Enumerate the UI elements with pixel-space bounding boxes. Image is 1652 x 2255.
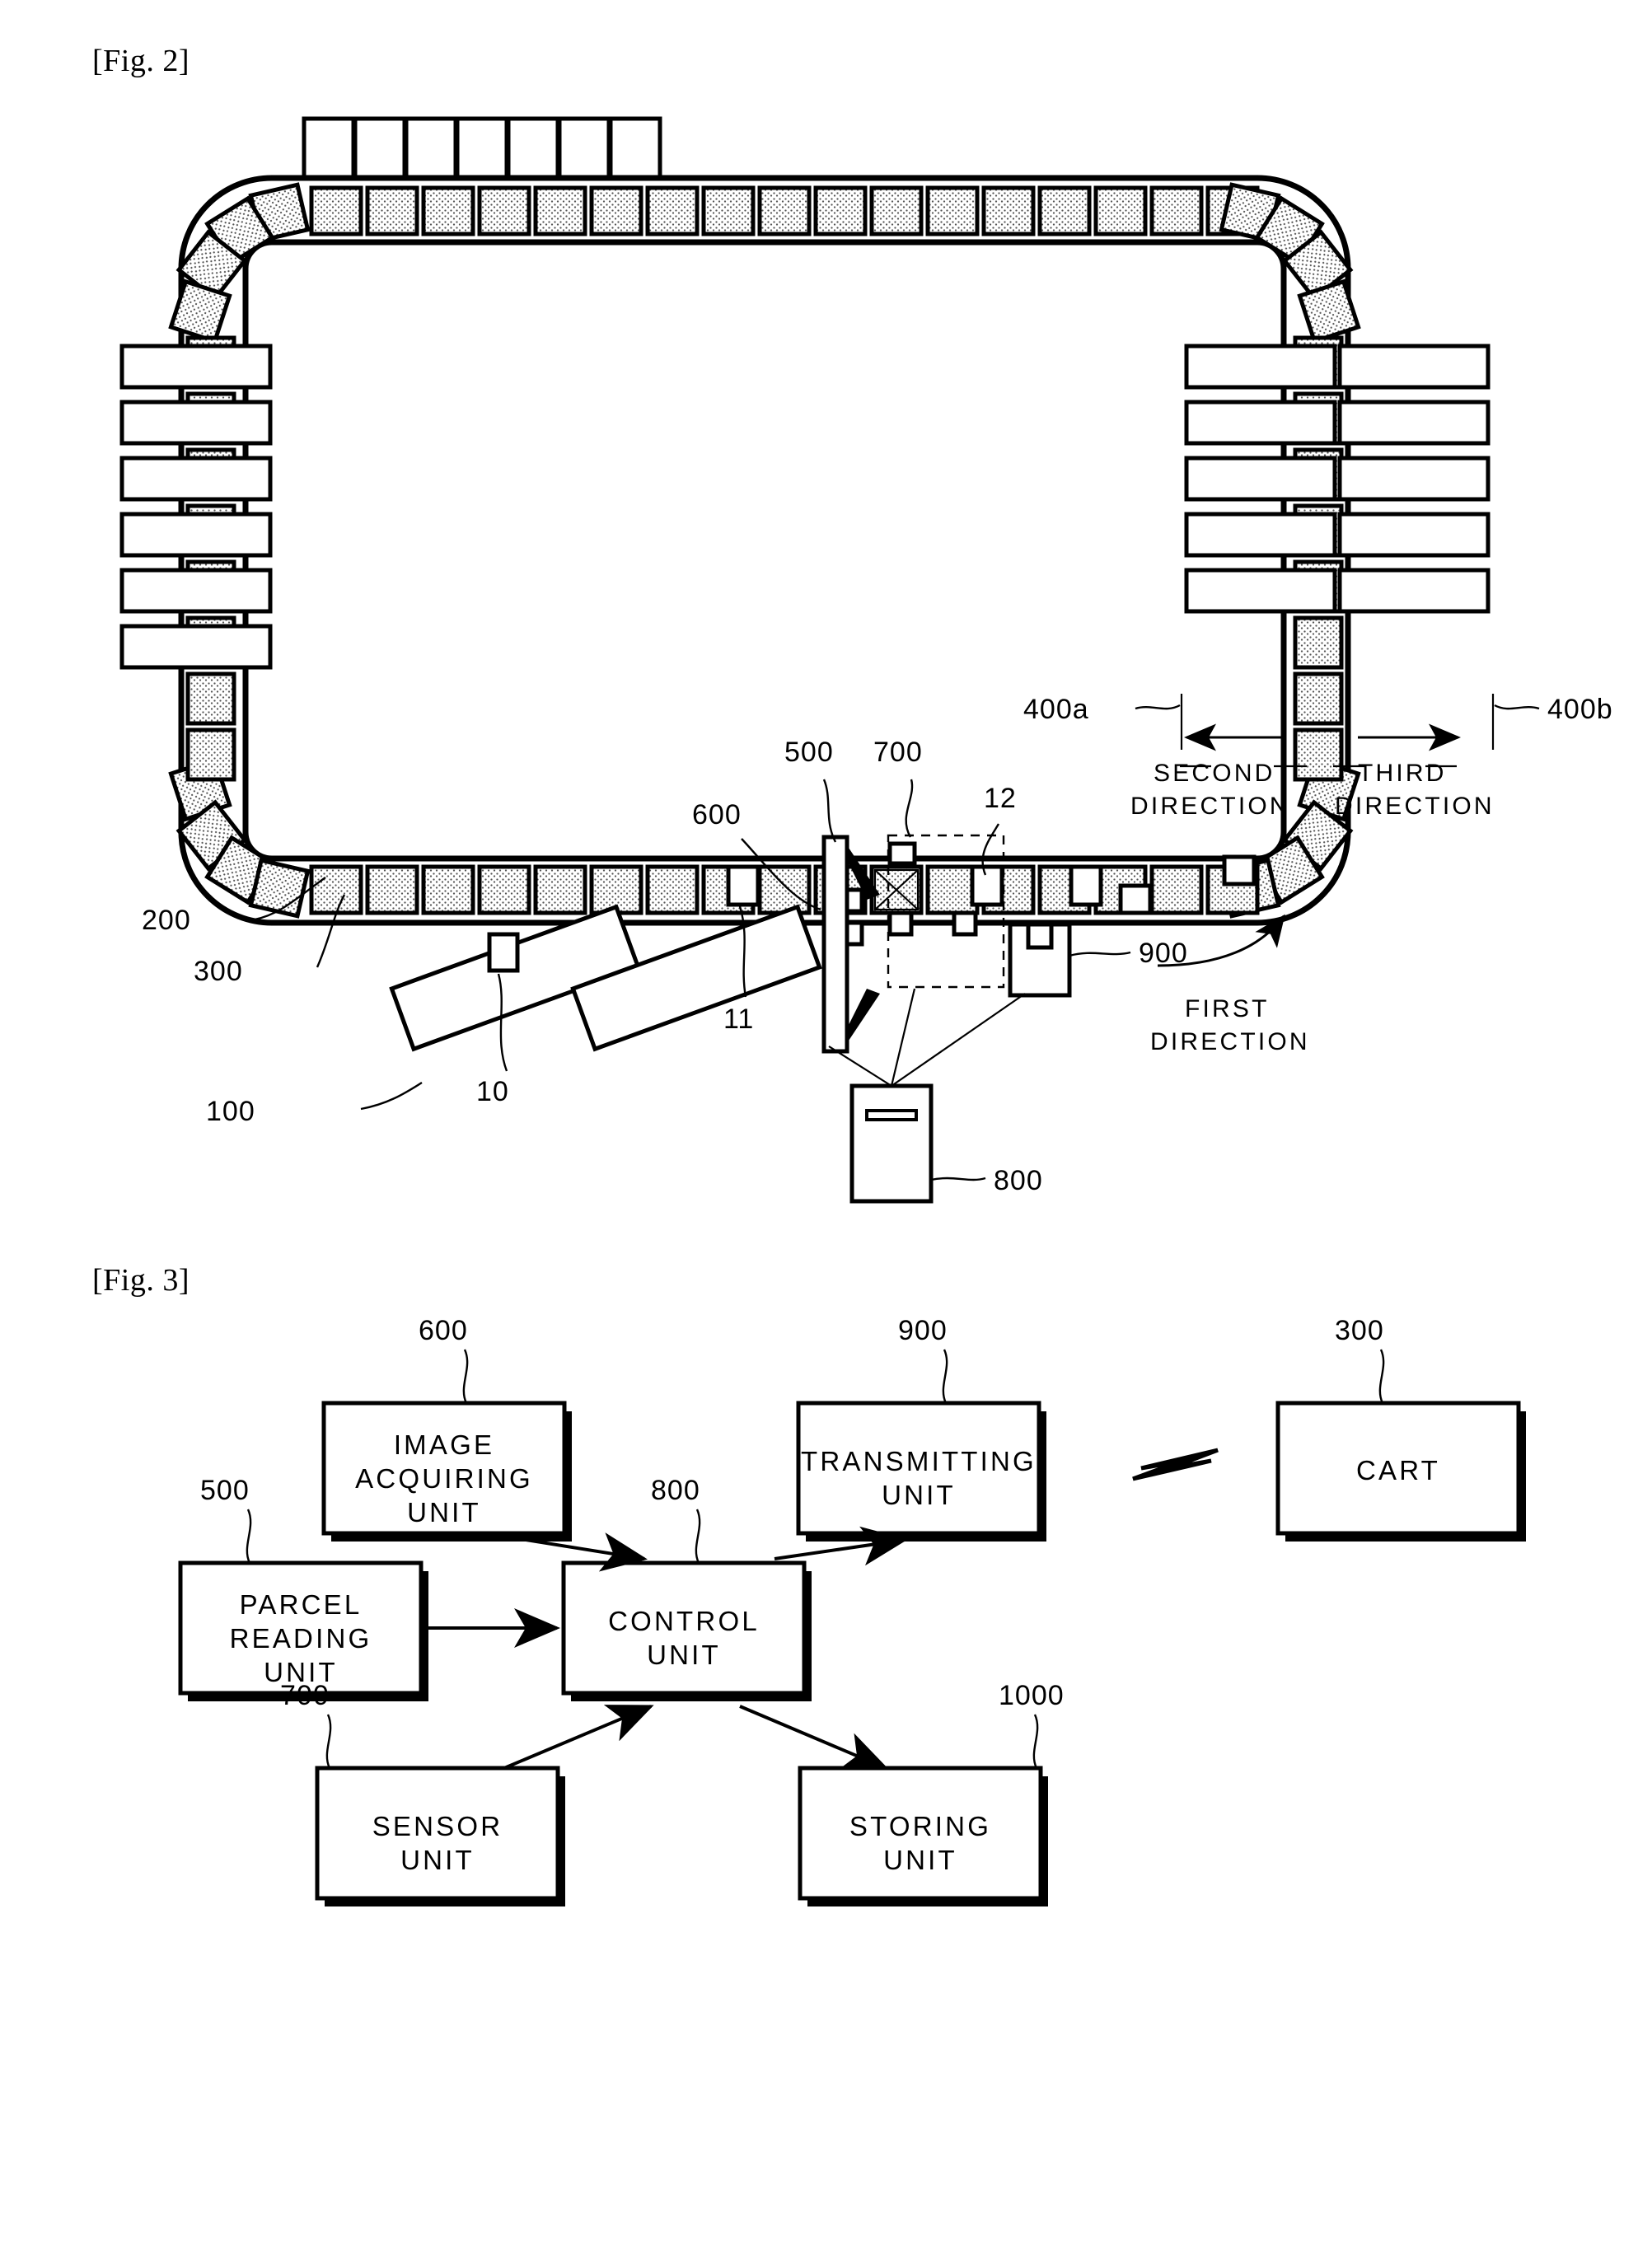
numeral-100: 100 — [206, 1096, 255, 1127]
numeral-11: 11 — [723, 1004, 754, 1035]
block-label-line1: SENSOR — [372, 1811, 503, 1841]
callout-300: 300 — [1335, 1315, 1385, 1404]
numeral-400a: 400a — [1023, 694, 1089, 725]
block-label-line1: IMAGE — [394, 1429, 494, 1460]
block-label-line2: UNIT — [882, 1480, 956, 1510]
block-image-acquiring-unit[interactable]: IMAGE ACQUIRING UNIT — [321, 1401, 572, 1542]
block-storing-unit[interactable]: STORING UNIT — [798, 1766, 1048, 1906]
numeral-900: 900 — [898, 1315, 948, 1346]
block-label-line3: UNIT — [407, 1497, 481, 1528]
svg-text:DIRECTION: DIRECTION — [1130, 793, 1290, 820]
parcel-12 — [970, 864, 1004, 907]
block-cart[interactable]: CART — [1275, 1401, 1526, 1542]
callout-700: 700 — [280, 1680, 332, 1769]
block-label-line1: CONTROL — [608, 1606, 760, 1636]
block-label-line1: STORING — [849, 1811, 991, 1841]
svg-text:THIRD: THIRD — [1358, 760, 1447, 787]
block-sensor-unit[interactable]: SENSOR UNIT — [315, 1766, 565, 1906]
figure-2-drawing: 200 300 100 10 11 12 500 600 700 800 900 — [119, 116, 1613, 1204]
block-label-line2: UNIT — [647, 1640, 721, 1670]
block-label-line2: UNIT — [400, 1845, 475, 1875]
callout-900: 900 — [898, 1315, 948, 1404]
numeral-700: 700 — [280, 1680, 330, 1711]
numeral-300: 300 — [1335, 1315, 1384, 1346]
arrow-control-to-transmitting — [774, 1526, 908, 1566]
callout-500: 500 — [200, 1475, 252, 1564]
svg-text:DIRECTION: DIRECTION — [1335, 793, 1495, 820]
callout-600: 600 — [419, 1315, 469, 1404]
numeral-500: 500 — [200, 1475, 250, 1506]
tray-row-top — [309, 185, 1260, 236]
parcel-10 — [487, 932, 520, 973]
block-control-unit[interactable]: CONTROL UNIT — [561, 1560, 812, 1701]
numeral-400b: 400b — [1547, 694, 1613, 725]
induction-conveyors — [389, 904, 822, 1052]
numeral-12: 12 — [984, 783, 1017, 814]
callout-800: 800 — [651, 1475, 701, 1564]
svg-text:DIRECTION: DIRECTION — [1150, 1028, 1310, 1055]
svg-text:FIRST: FIRST — [1185, 995, 1270, 1022]
callout-1000: 1000 — [999, 1680, 1065, 1769]
block-label-line2: ACQUIRING — [355, 1463, 533, 1494]
arrow-control-to-storing — [739, 1705, 889, 1770]
numeral-500: 500 — [784, 737, 834, 768]
numeral-600: 600 — [692, 799, 742, 830]
numeral-800: 800 — [651, 1475, 700, 1506]
figure-3-drawing: IMAGE ACQUIRING UNIT 600 TRANSMITTING UN… — [178, 1315, 1526, 1906]
svg-text:SECOND: SECOND — [1154, 760, 1275, 787]
figure-3-label: [Fig. 3] — [92, 1263, 190, 1298]
block-label-line1: PARCEL — [240, 1589, 363, 1620]
block-label-line1: CART — [1356, 1455, 1440, 1485]
direction-label-third: THIRD DIRECTION — [1335, 760, 1495, 820]
numeral-600: 600 — [419, 1315, 468, 1346]
block-label-line2: READING — [230, 1623, 372, 1654]
block-transmitting-unit[interactable]: TRANSMITTING UNIT — [796, 1401, 1046, 1542]
numeral-700: 700 — [873, 737, 923, 768]
block-label-line2: UNIT — [883, 1845, 957, 1875]
block-label-line1: TRANSMITTING — [801, 1446, 1037, 1476]
numeral-200: 200 — [142, 905, 191, 936]
transmitting-unit-900 — [1008, 922, 1072, 998]
numeral-300: 300 — [194, 956, 243, 987]
numeral-800: 800 — [994, 1165, 1043, 1196]
figure-2-label: [Fig. 2] — [92, 44, 190, 78]
chute-group-400b — [1337, 344, 1491, 614]
numeral-10: 10 — [476, 1076, 509, 1107]
numeral-1000: 1000 — [999, 1680, 1065, 1711]
parcel-11 — [726, 864, 760, 907]
tray-row-bottom — [309, 864, 1260, 915]
wireless-bolt-icon — [1132, 1448, 1219, 1481]
arrow-sensor-to-control — [503, 1705, 654, 1770]
chute-group-400a — [1184, 344, 1337, 614]
